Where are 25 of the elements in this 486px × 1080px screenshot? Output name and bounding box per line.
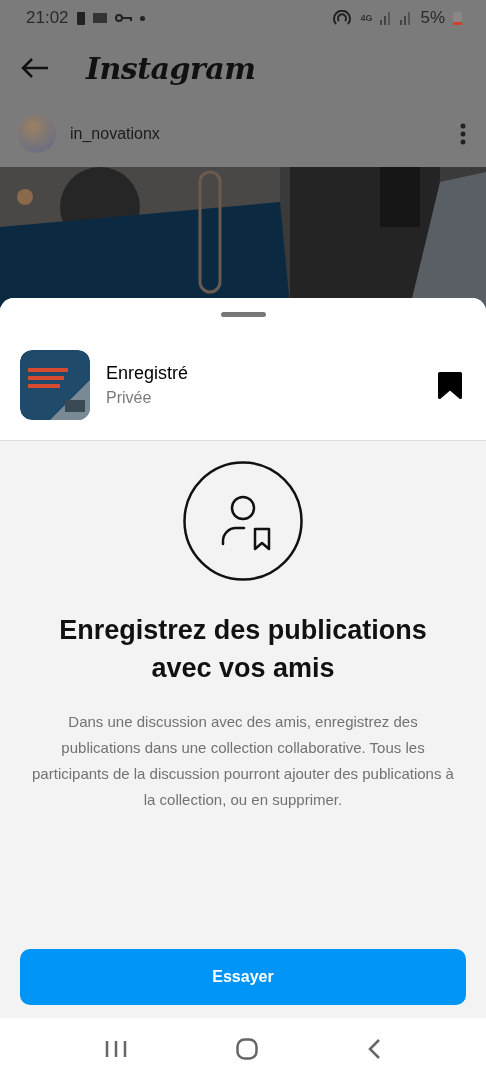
key-icon <box>114 14 132 22</box>
try-button[interactable]: Essayer <box>20 949 466 1005</box>
username[interactable]: in_novationx <box>70 124 446 143</box>
battery-icon <box>453 11 462 25</box>
status-time: 21:02 <box>26 8 69 28</box>
description: Dans une discussion avec des amis, enregistrez des publications dans une collection collaborative. Tous les participants de la discussion pourront ajouter des publications à la collection, ou en supprimer. <box>31 712 455 810</box>
collection-name: Enregistré <box>106 363 190 384</box>
recent-apps-icon[interactable] <box>104 1040 127 1058</box>
network-type: 4G <box>360 13 373 23</box>
signal-icon <box>380 11 393 25</box>
signal-icon <box>400 11 413 25</box>
app-logo: Instagram <box>86 50 256 86</box>
battery-percent: 5% <box>420 8 445 28</box>
home-icon[interactable] <box>236 1038 258 1060</box>
bookmark-icon[interactable] <box>438 371 462 399</box>
user-bookmark-icon <box>183 461 303 581</box>
battery-saver-icon <box>76 11 85 25</box>
back-icon[interactable] <box>20 57 50 79</box>
more-icon[interactable] <box>460 122 466 145</box>
headline: Enregistrez des publications avec vos amis <box>58 614 428 685</box>
back-icon[interactable] <box>367 1038 382 1060</box>
drag-handle[interactable] <box>220 312 266 317</box>
collection-privacy: Privée <box>106 389 153 407</box>
hotspot-icon <box>332 10 353 26</box>
dot-icon <box>139 15 145 21</box>
